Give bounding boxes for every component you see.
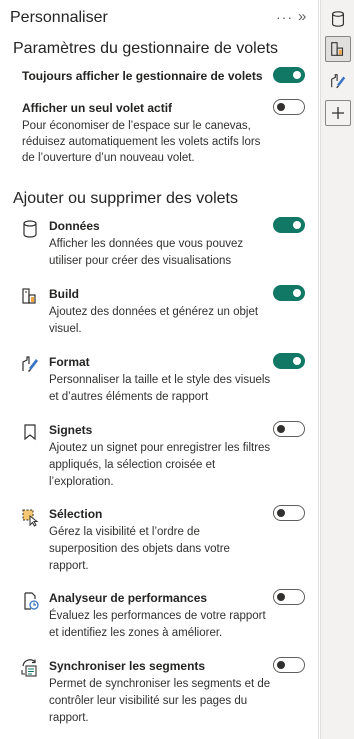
pane-item-description: Personnaliser la taille et le style des … xyxy=(49,374,271,403)
bookmark-icon xyxy=(24,424,36,441)
pane-title: Personnaliser xyxy=(10,9,108,26)
pane-item-title: Synchroniser les segments xyxy=(49,659,206,673)
selection-icon xyxy=(22,509,39,527)
toggle-knob xyxy=(277,103,285,111)
data-icon xyxy=(332,11,344,27)
build-pane-toggle[interactable] xyxy=(273,285,305,301)
toggle-knob xyxy=(293,357,301,365)
format-brush-icon xyxy=(331,74,346,89)
format-brush-icon xyxy=(22,356,38,372)
single-pane-description: Pour économiser de l’espace sur le canev… xyxy=(22,120,261,164)
collapse-pane-button[interactable]: » xyxy=(298,8,306,25)
performance-pane-toggle[interactable] xyxy=(273,589,305,605)
customize-pane: Personnaliser ··· » Paramètres du gestio… xyxy=(0,0,318,739)
sync-slicers-pane-toggle[interactable] xyxy=(273,657,305,673)
pane-item-title: Signets xyxy=(49,423,93,437)
performance-analyzer-icon xyxy=(24,592,39,610)
pane-item-title: Sélection xyxy=(49,507,103,521)
pane-switcher-rail xyxy=(320,0,354,739)
toggle-knob xyxy=(277,593,285,601)
toggle-knob xyxy=(293,221,301,229)
rail-format-button[interactable] xyxy=(325,68,351,94)
pane-item-title: Build xyxy=(49,287,79,301)
more-options-button[interactable]: ··· xyxy=(276,9,293,25)
format-pane-toggle[interactable] xyxy=(273,353,305,369)
toggle-knob xyxy=(293,71,301,79)
pane-item-description: Permet de synchroniser les segments et d… xyxy=(49,678,271,724)
pane-item-title: Données xyxy=(49,219,100,233)
pane-item-description: Évaluez les performances de votre rappor… xyxy=(49,610,266,639)
bookmarks-pane-toggle[interactable] xyxy=(273,421,305,437)
selection-pane-toggle[interactable] xyxy=(273,505,305,521)
data-pane-toggle[interactable] xyxy=(273,217,305,233)
pane-item-description: Gérez la visibilité et l’ordre de superp… xyxy=(49,526,230,572)
toggle-knob xyxy=(277,425,285,433)
toggle-knob xyxy=(277,661,285,669)
plus-icon xyxy=(332,107,344,119)
single-pane-toggle[interactable] xyxy=(273,99,305,115)
toggle-knob xyxy=(293,289,301,297)
rail-data-button[interactable] xyxy=(325,6,351,32)
rail-build-button[interactable] xyxy=(325,36,351,62)
pane-item-description: Afficher les données que vous pouvez uti… xyxy=(49,238,244,267)
settings-section-title: Paramètres du gestionnaire de volets xyxy=(13,40,279,57)
toggle-knob xyxy=(277,509,285,517)
rail-add-pane-button[interactable] xyxy=(325,100,351,126)
single-pane-label: Afficher un seul volet actif xyxy=(22,101,173,115)
always-show-toggle[interactable] xyxy=(273,67,305,83)
pane-item-title: Analyseur de performances xyxy=(49,591,208,605)
cylinder-icon xyxy=(23,220,37,238)
sync-slicers-icon xyxy=(21,659,37,677)
build-icon xyxy=(22,288,36,304)
always-show-label: Toujours afficher le gestionnaire de vol… xyxy=(22,69,263,83)
pane-item-title: Format xyxy=(49,355,90,369)
pane-item-description: Ajoutez des données et générez un objet … xyxy=(49,306,259,335)
pane-item-description: Ajoutez un signet pour enregistrer les f… xyxy=(49,442,271,488)
panes-section-title: Ajouter ou supprimer des volets xyxy=(13,190,238,207)
build-icon xyxy=(331,42,344,56)
